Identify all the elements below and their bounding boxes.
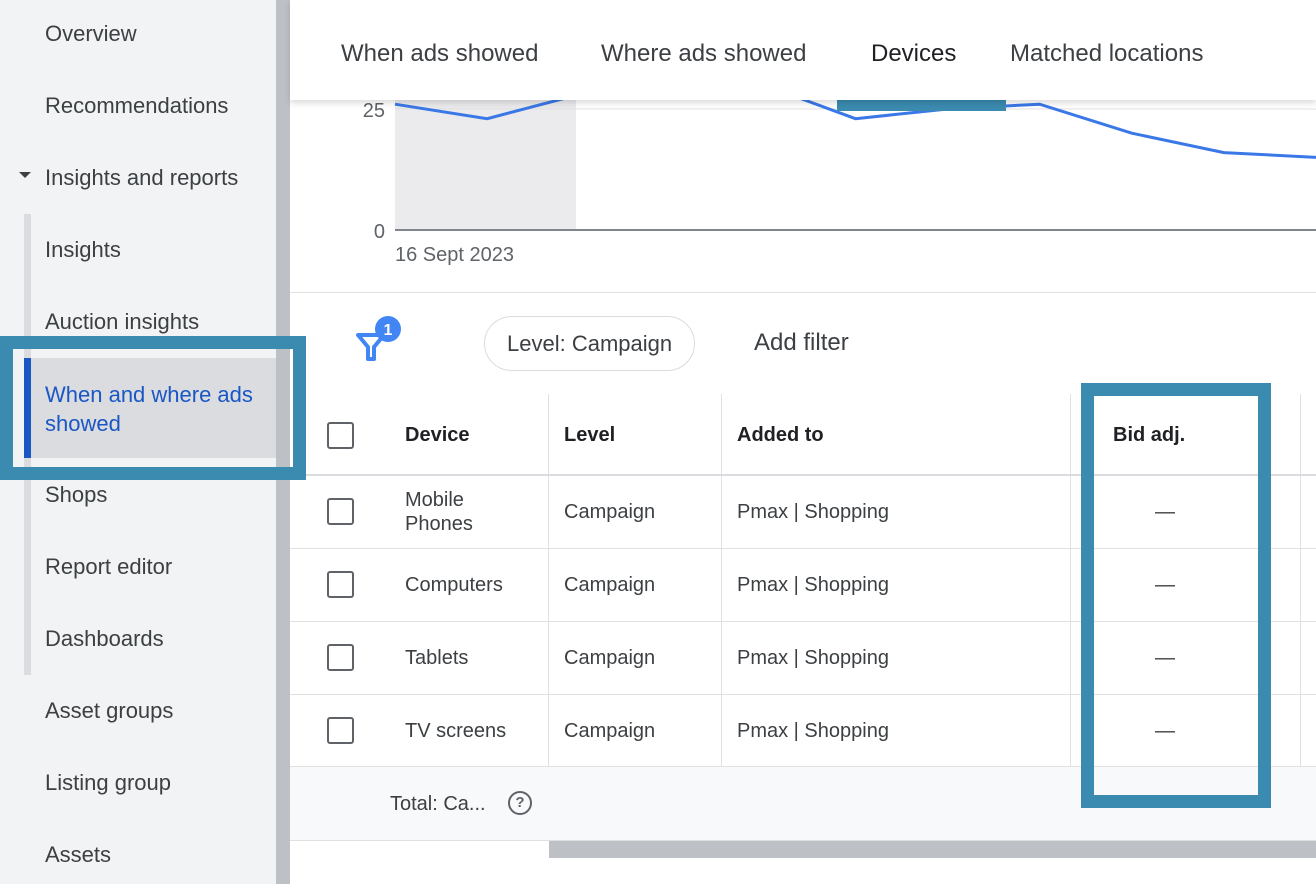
help-circle-icon[interactable]: ?	[508, 791, 532, 815]
row-checkbox[interactable]	[327, 571, 354, 598]
sidebar-item-when-and-where-label[interactable]: When and where ads showed	[45, 380, 265, 438]
added-to-cell: Pmax | Shopping	[737, 720, 889, 742]
sidebar-item-asset-groups[interactable]: Asset groups	[45, 697, 173, 725]
level-cell: Campaign	[564, 574, 656, 596]
select-all-checkbox[interactable]	[327, 422, 354, 449]
added-to-cell: Pmax | Shopping	[737, 647, 889, 669]
row-checkbox[interactable]	[327, 498, 354, 525]
app-root: Overview Recommendations Insights and re…	[0, 0, 1316, 884]
row-checkbox[interactable]	[327, 644, 354, 671]
table-row: Computers Campaign Pmax | Shopping —	[290, 549, 1316, 622]
level-filter-chip[interactable]: Level: Campaign	[484, 316, 696, 371]
device-cell: Tablets	[405, 647, 469, 669]
x-start-label: 16 Sept 2023	[395, 244, 514, 266]
tab-devices[interactable]: Devices	[871, 40, 956, 68]
level-cell: Campaign	[564, 647, 656, 669]
filter-icon[interactable]: 1	[354, 315, 404, 365]
sidebar-divider[interactable]	[276, 0, 290, 884]
column-header-level[interactable]: Level	[564, 424, 615, 447]
filter-count: 1	[384, 322, 393, 339]
total-row: Total: Ca... ?	[290, 767, 1316, 841]
level-cell: Campaign	[564, 501, 656, 523]
bid-adj-cell[interactable]: —	[1155, 646, 1175, 670]
sidebar-item-shops[interactable]: Shops	[45, 481, 107, 509]
sidebar-item-insights-and-reports[interactable]: Insights and reports	[45, 164, 238, 192]
column-header-bid-adj[interactable]: Bid adj.	[1113, 424, 1185, 447]
row-checkbox[interactable]	[327, 717, 354, 744]
bid-adj-cell[interactable]: —	[1155, 573, 1175, 597]
sidebar-item-dashboards[interactable]: Dashboards	[45, 625, 164, 653]
device-cell: Computers	[405, 574, 503, 596]
tab-when-ads-showed[interactable]: When ads showed	[341, 40, 538, 68]
caret-down-icon[interactable]	[19, 172, 31, 178]
bid-adj-cell[interactable]: —	[1155, 500, 1175, 524]
active-indicator	[24, 358, 31, 458]
y-tick-25: 25	[363, 100, 385, 122]
sidebar-item-report-editor[interactable]: Report editor	[45, 553, 172, 581]
total-label: Total: Ca...	[390, 793, 486, 815]
sidebar-item-overview[interactable]: Overview	[45, 20, 137, 48]
sidebar-item-recommendations[interactable]: Recommendations	[45, 92, 228, 120]
line-chart: 25 0 16 Sept 2023	[290, 100, 1316, 292]
horizontal-scrollbar[interactable]	[549, 841, 1316, 858]
device-cell: TV screens	[405, 720, 507, 742]
tab-matched-locations[interactable]: Matched locations	[1010, 40, 1203, 68]
chart-svg: 25 0 16 Sept 2023	[363, 100, 1316, 266]
table-row: Mobile Phones Campaign Pmax | Shopping —	[290, 476, 1316, 549]
added-to-cell: Pmax | Shopping	[737, 501, 889, 523]
table-header-row: Device Level Added to Bid adj.	[290, 394, 1316, 476]
bid-adj-cell[interactable]: —	[1155, 719, 1175, 743]
table-row: Tablets Campaign Pmax | Shopping —	[290, 622, 1316, 695]
y-tick-0: 0	[374, 221, 385, 243]
report-tabs: When ads showed Where ads showed Devices…	[290, 0, 1316, 100]
sidebar-item-auction-insights[interactable]: Auction insights	[45, 308, 199, 336]
device-cell: Mobile Phones	[405, 489, 473, 535]
add-filter-button[interactable]: Add filter	[754, 329, 849, 357]
sidebar-item-insights[interactable]: Insights	[45, 236, 121, 264]
level-cell: Campaign	[564, 720, 656, 742]
filter-bar: 1 Level: Campaign Add filter	[290, 292, 1316, 394]
table-row: TV screens Campaign Pmax | Shopping —	[290, 695, 1316, 767]
tab-where-ads-showed[interactable]: Where ads showed	[601, 40, 806, 68]
sidebar-nav: Overview Recommendations Insights and re…	[0, 0, 276, 884]
devices-table: Device Level Added to Bid adj. Mobile Ph…	[290, 394, 1316, 841]
sidebar-item-assets[interactable]: Assets	[45, 841, 111, 869]
column-header-added-to[interactable]: Added to	[737, 424, 824, 447]
added-to-cell: Pmax | Shopping	[737, 574, 889, 596]
column-header-device[interactable]: Device	[405, 424, 470, 447]
sidebar-item-listing-group[interactable]: Listing group	[45, 769, 171, 797]
